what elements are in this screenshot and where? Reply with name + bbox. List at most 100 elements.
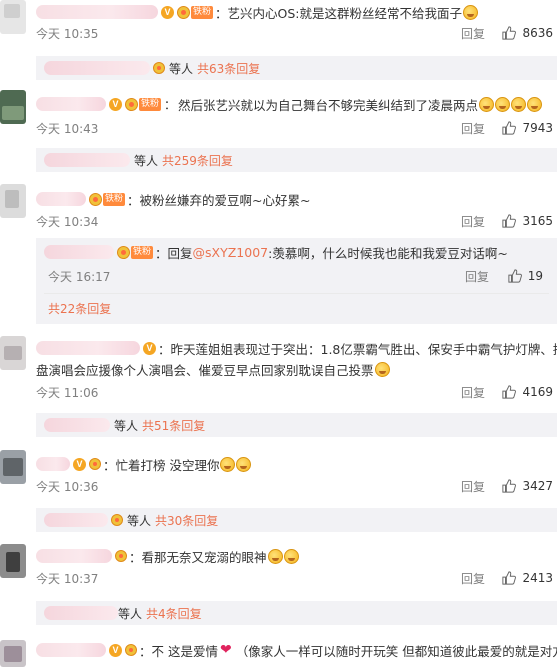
fan-badge-icon	[153, 62, 165, 74]
avatar[interactable]	[0, 544, 26, 578]
reply-summary-who: 等人	[127, 513, 152, 528]
username-redacted[interactable]	[36, 643, 106, 657]
view-replies-link[interactable]: 共259条回复	[162, 152, 233, 169]
comment-text: 然后张艺兴就以为自己舞台不够完美纠结到了凌晨两点	[178, 97, 479, 113]
reply-text: :羡慕啊，什么时候我也能和我爱豆对话啊~	[268, 245, 508, 261]
avatar[interactable]	[0, 336, 26, 370]
thumbs-up-icon	[502, 214, 517, 228]
reply-username-redacted	[44, 153, 130, 167]
fan-badge: 铁粉	[89, 192, 126, 206]
reply-username-redacted[interactable]	[44, 245, 114, 259]
fan-badge-icon	[125, 644, 137, 656]
fan-badge: 铁粉	[117, 245, 154, 259]
emoji-icon	[283, 548, 299, 564]
heart-icon: ❤	[219, 642, 232, 658]
reply-username-redacted	[44, 606, 118, 620]
reply-prefix: ：回复	[155, 245, 193, 261]
comment-text: ：昨天莲姐姐表现过于突出：1.8亿票霸气胜出、保安手中霸气护灯牌、拼	[158, 341, 557, 357]
colon: ：	[164, 97, 177, 112]
reply-summary-who: 等人	[134, 153, 159, 168]
view-replies-link[interactable]: 共30条回复	[155, 512, 218, 529]
comment-text-continued: （像家人一样可以随时开玩笑 但都知道彼此最爱的就是对方	[235, 643, 557, 659]
reply-button[interactable]: 回复	[461, 478, 485, 495]
avatar[interactable]	[0, 184, 26, 218]
like-button[interactable]: 3165	[502, 214, 553, 228]
thumbs-up-icon	[502, 385, 517, 399]
like-button[interactable]: 7943	[502, 121, 553, 135]
reply-username-redacted	[44, 61, 150, 75]
comment-item: 铁粉 ：被粉丝嫌弃的爱豆啊~心好累~ 今天 10:34 回复 3165 铁粉 ：…	[0, 184, 557, 324]
comment-item: V 铁粉 ：艺兴内心OS:就是这群粉丝经常不给我面子 今天 10:35 回复 8…	[0, 0, 557, 88]
thumbs-up-icon	[502, 571, 517, 585]
like-count: 19	[527, 269, 543, 283]
fan-badge: 铁粉	[125, 97, 162, 111]
username-redacted[interactable]	[36, 97, 106, 111]
like-button[interactable]: 2413	[502, 571, 553, 585]
like-count: 3427	[522, 479, 553, 493]
emoji-icon	[236, 456, 252, 472]
avatar[interactable]	[0, 640, 26, 667]
verified-icon: V	[109, 643, 122, 657]
reply-button[interactable]: 回复	[461, 570, 485, 587]
reply-username-redacted	[44, 513, 108, 527]
username-redacted[interactable]	[36, 5, 158, 19]
mention-link[interactable]: @sXYZ1007	[193, 245, 269, 260]
emoji-icon	[479, 96, 495, 112]
comment-item: V ：昨天莲姐姐表现过于突出：1.8亿票霸气胜出、保安手中霸气护灯牌、拼 盘演唱…	[0, 336, 557, 440]
comment-item: V ：不 这是爱情 ❤ （像家人一样可以随时开玩笑 但都知道彼此最爱的就是对方	[0, 638, 557, 667]
username-redacted[interactable]	[36, 457, 70, 471]
emoji-icon	[267, 548, 283, 564]
verified-icon: V	[109, 97, 122, 111]
reply-summary-who: 等人	[169, 61, 194, 76]
like-button[interactable]: 4169	[502, 385, 553, 399]
view-replies-link[interactable]: 共51条回复	[142, 417, 205, 434]
reply-button[interactable]: 回复	[461, 120, 485, 137]
fan-badge-label: 铁粉	[103, 192, 126, 206]
view-replies-link[interactable]: 共4条回复	[146, 605, 202, 622]
reply-summary-who: 等人	[118, 606, 143, 621]
comment-item: V 铁粉 ： 然后张艺兴就以为自己舞台不够完美纠结到了凌晨两点 今天 10:43…	[0, 90, 557, 180]
view-replies-link[interactable]: 共63条回复	[197, 60, 260, 77]
reply-button[interactable]: 回复	[465, 268, 489, 285]
thumbs-up-icon	[502, 121, 517, 135]
like-button[interactable]: 8636	[502, 26, 553, 40]
emoji-icon	[495, 96, 511, 112]
reply-button[interactable]: 回复	[461, 25, 485, 42]
like-button[interactable]: 3427	[502, 479, 553, 493]
emoji-icon	[527, 96, 543, 112]
like-count: 3165	[522, 214, 553, 228]
comment-item: ：看那无奈又宠溺的眼神 今天 10:37 回复 2413 等人 共4条回复	[0, 544, 557, 628]
username-redacted[interactable]	[36, 192, 86, 206]
comment-text: ：被粉丝嫌弃的爱豆啊~心好累~	[127, 192, 311, 208]
thumbs-up-icon	[502, 26, 517, 40]
reply-button[interactable]: 回复	[461, 384, 485, 401]
fan-badge-icon	[111, 514, 123, 526]
reply-button[interactable]: 回复	[461, 213, 485, 230]
avatar[interactable]	[0, 0, 26, 34]
emoji-icon	[220, 456, 236, 472]
reply-username-redacted	[44, 418, 110, 432]
fan-badge-icon	[89, 458, 101, 470]
verified-icon: V	[73, 457, 86, 471]
like-button[interactable]: 19	[508, 269, 543, 283]
avatar[interactable]	[0, 90, 26, 124]
fan-badge-label: 铁粉	[139, 97, 162, 111]
comment-text: ：看那无奈又宠溺的眼神	[129, 549, 267, 565]
username-redacted[interactable]	[36, 549, 112, 563]
emoji-icon	[374, 361, 390, 377]
comment-text: ：不 这是爱情	[139, 643, 218, 659]
fan-badge-label: 铁粉	[191, 5, 214, 19]
thumbs-up-icon	[508, 269, 522, 283]
username-redacted[interactable]	[36, 341, 140, 355]
like-count: 4169	[522, 385, 553, 399]
fan-badge: 铁粉	[177, 5, 214, 19]
fan-badge-label: 铁粉	[131, 245, 154, 259]
comment-item: V ：忙着打榜 没空理你 今天 10:36 回复 3427 等人 共30条回复	[0, 450, 557, 534]
comment-text: ：艺兴内心OS:就是这群粉丝经常不给我面子	[215, 5, 463, 21]
view-more-replies-link[interactable]: 共22条回复	[48, 300, 111, 317]
emoji-icon	[463, 4, 479, 20]
reply-summary-who: 等人	[114, 418, 139, 433]
comment-text: ：忙着打榜 没空理你	[103, 457, 220, 473]
avatar[interactable]	[0, 450, 26, 484]
comment-text-continued: 盘演唱会应援像个人演唱会、催爱豆早点回家别耽误自己投票	[36, 362, 374, 378]
